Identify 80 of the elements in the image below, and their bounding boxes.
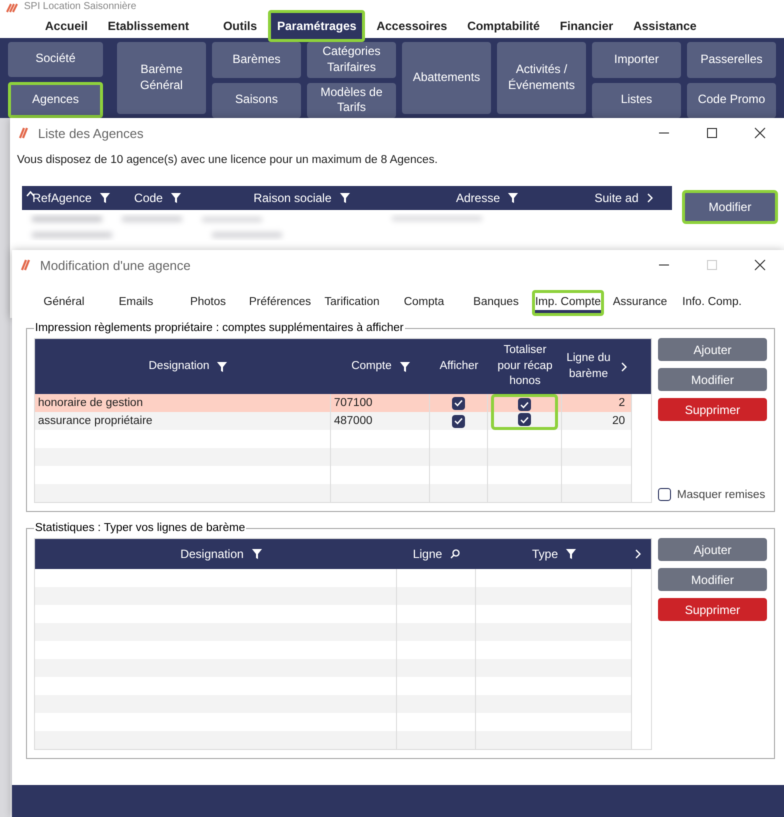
action-button[interactable]: Modifier bbox=[658, 368, 767, 391]
tab[interactable]: Info. Comp. bbox=[676, 290, 748, 316]
group-legend: Statistiques : Typer vos lignes de barème bbox=[34, 522, 246, 534]
column-header[interactable]: Totaliser pour récap honos bbox=[492, 343, 558, 390]
sort-icon[interactable] bbox=[26, 191, 35, 197]
ribbon-button[interactable]: Société bbox=[8, 42, 103, 76]
menu-item[interactable]: Comptabilité bbox=[458, 10, 549, 42]
tab[interactable]: Tarification bbox=[316, 290, 388, 316]
modify-button[interactable]: Modifier bbox=[682, 190, 778, 224]
checkbox[interactable] bbox=[452, 414, 465, 428]
filter-icon[interactable] bbox=[508, 193, 518, 203]
column-header[interactable]: RefAgence bbox=[32, 191, 92, 205]
maximize-icon[interactable] bbox=[706, 127, 718, 139]
close-icon[interactable] bbox=[754, 127, 766, 139]
hide-discounts-checkbox[interactable]: Masquer remises bbox=[658, 488, 767, 501]
tab[interactable]: Assurance bbox=[604, 290, 676, 316]
ribbon-button[interactable]: Catégories Tarifaires bbox=[307, 42, 396, 78]
ribbon-button[interactable]: Saisons bbox=[212, 82, 301, 118]
search-icon[interactable] bbox=[450, 549, 460, 559]
action-button[interactable]: Ajouter bbox=[658, 338, 767, 361]
filter-icon[interactable] bbox=[170, 193, 181, 203]
filter-icon[interactable] bbox=[252, 549, 262, 559]
tab[interactable]: Compta bbox=[388, 290, 460, 316]
tab[interactable]: Banques bbox=[460, 290, 532, 316]
column-header[interactable]: Ligne bbox=[412, 547, 442, 561]
column-header[interactable]: Compte bbox=[351, 358, 392, 374]
app-logo-icon bbox=[20, 259, 32, 271]
app-logo-icon bbox=[6, 3, 18, 13]
ribbon-button[interactable]: Abattements bbox=[402, 42, 491, 114]
menu-item[interactable]: Paramétrages bbox=[268, 10, 366, 42]
action-button[interactable]: Modifier bbox=[658, 568, 767, 591]
filter-icon[interactable] bbox=[217, 362, 228, 372]
menu-item[interactable]: Financier bbox=[550, 10, 622, 42]
ribbon-button[interactable]: Importer bbox=[592, 42, 681, 78]
column-header[interactable]: Suite ad bbox=[594, 191, 639, 205]
tab[interactable]: Photos bbox=[172, 290, 244, 316]
app-logo-icon bbox=[18, 127, 30, 139]
column-header[interactable]: Adresse bbox=[456, 191, 500, 205]
chevron-right-icon[interactable] bbox=[621, 362, 628, 372]
window-title: Liste des Agences bbox=[38, 126, 144, 140]
window-title: Modification d'une agence bbox=[40, 258, 191, 272]
menu-item[interactable]: Accessoires bbox=[367, 10, 456, 42]
chevron-right-icon[interactable] bbox=[635, 549, 642, 559]
checkbox[interactable] bbox=[518, 398, 531, 411]
column-header[interactable]: Type bbox=[532, 547, 558, 561]
menu-item[interactable]: Assistance bbox=[624, 10, 706, 42]
column-header[interactable]: Ligne du barème bbox=[566, 350, 611, 382]
column-header[interactable]: Designation bbox=[148, 358, 210, 374]
ribbon-button[interactable]: Listes bbox=[592, 82, 681, 118]
column-header[interactable]: Afficher bbox=[440, 358, 478, 374]
tab[interactable]: Général bbox=[28, 290, 100, 316]
group-legend: Impression règlements propriétaire : comptes supplémentaires à afficher bbox=[34, 322, 405, 334]
chevron-right-icon[interactable] bbox=[646, 193, 654, 203]
ribbon-button[interactable]: Modèles de Tarifs bbox=[307, 82, 396, 118]
tab[interactable]: Imp. Compte bbox=[532, 290, 604, 316]
ribbon-button[interactable]: Passerelles bbox=[687, 42, 776, 78]
tab[interactable]: Préférences bbox=[244, 290, 316, 316]
delete-button[interactable]: Supprimer bbox=[658, 598, 767, 621]
delete-button[interactable]: Supprimer bbox=[658, 398, 767, 421]
checkbox[interactable] bbox=[452, 396, 465, 410]
column-header[interactable]: Code bbox=[134, 191, 163, 205]
filter-icon[interactable] bbox=[100, 193, 110, 203]
filter-icon[interactable] bbox=[566, 549, 576, 559]
ribbon-button[interactable]: Agences bbox=[8, 82, 103, 118]
tab[interactable]: Emails bbox=[100, 290, 172, 316]
ribbon-button[interactable]: Code Promo bbox=[687, 82, 776, 118]
column-header[interactable]: Designation bbox=[180, 547, 244, 561]
license-message: Vous disposez de 10 agence(s) avec une licence pour un maximum de 8 Agences. bbox=[16, 153, 439, 168]
close-icon[interactable] bbox=[754, 259, 766, 271]
ribbon-button[interactable]: Barème Général bbox=[117, 42, 206, 114]
column-header[interactable]: Raison sociale bbox=[253, 191, 332, 205]
filter-icon[interactable] bbox=[400, 362, 410, 372]
checkbox[interactable] bbox=[518, 413, 531, 426]
ribbon-button[interactable]: Barèmes bbox=[212, 42, 301, 78]
menu-item[interactable]: Outils bbox=[214, 10, 266, 42]
ribbon-button[interactable]: Activités / Événements bbox=[497, 42, 586, 114]
filter-icon[interactable] bbox=[340, 193, 350, 203]
table-row[interactable]: assurance propriétaire 487000 20 bbox=[35, 412, 632, 430]
action-button[interactable]: Ajouter bbox=[658, 538, 767, 561]
table-row[interactable]: honoraire de gestion 707100 2 bbox=[35, 394, 632, 412]
